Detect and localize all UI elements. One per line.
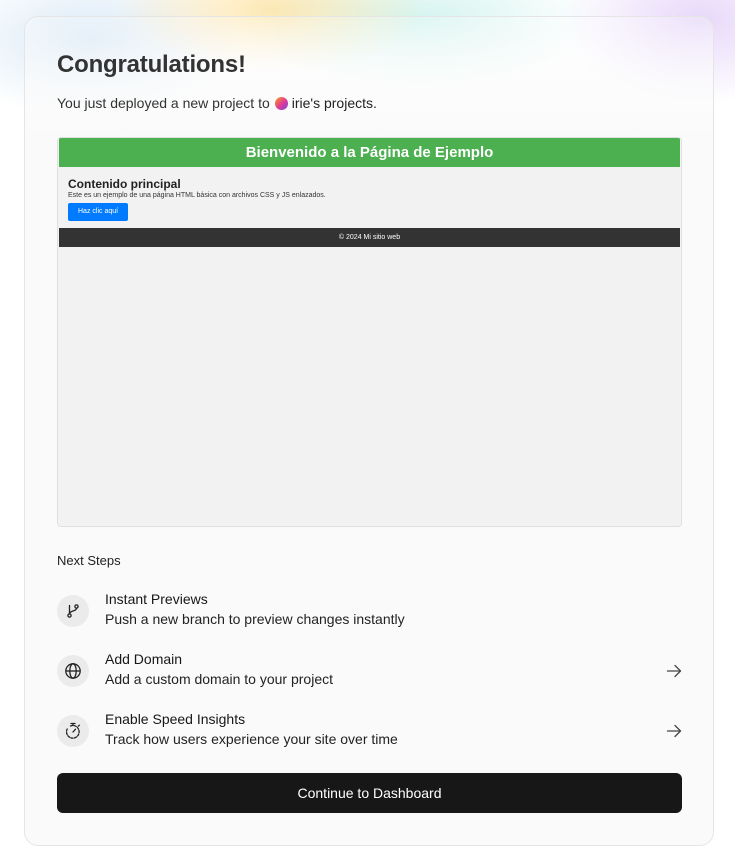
step-description: Add a custom domain to your project bbox=[105, 671, 334, 687]
preview-main-text: Este es un ejemplo de una página HTML bá… bbox=[68, 192, 326, 199]
deployment-success-card: Congratulations! You just deployed a new… bbox=[24, 16, 714, 846]
continue-to-dashboard-button[interactable]: Continue to Dashboard bbox=[57, 773, 682, 813]
step-title: Enable Speed Insights bbox=[105, 711, 246, 727]
next-step-instant-previews[interactable]: Instant Previews Push a new branch to pr… bbox=[57, 591, 682, 631]
subtitle-text: You just deployed a new project to bbox=[57, 95, 270, 111]
team-avatar bbox=[274, 96, 288, 110]
next-steps-heading: Next Steps bbox=[57, 553, 121, 568]
arrow-right-icon[interactable] bbox=[666, 663, 682, 679]
next-step-add-domain[interactable]: Add Domain Add a custom domain to your p… bbox=[57, 651, 682, 691]
preview-button: Haz clic aquí bbox=[68, 203, 129, 221]
stopwatch-icon bbox=[57, 715, 89, 747]
preview-site-main: Contenido principal Este es un ejemplo d… bbox=[58, 167, 681, 228]
git-branch-icon bbox=[57, 595, 89, 627]
deploy-subtitle: You just deployed a new project to irie'… bbox=[57, 95, 377, 111]
next-step-speed-insights[interactable]: Enable Speed Insights Track how users ex… bbox=[57, 711, 682, 751]
page-title: Congratulations! bbox=[57, 51, 246, 78]
globe-icon bbox=[57, 655, 89, 687]
preview-site-header: Bienvenido a la Página de Ejemplo bbox=[59, 138, 680, 167]
step-description: Push a new branch to preview changes ins… bbox=[105, 611, 405, 627]
preview-main-heading: Contenido principal bbox=[68, 177, 181, 191]
team-name: irie's projects. bbox=[291, 95, 377, 111]
step-title: Instant Previews bbox=[105, 591, 208, 607]
deployment-preview[interactable]: Bienvenido a la Página de Ejemplo Conten… bbox=[57, 137, 682, 527]
step-description: Track how users experience your site ove… bbox=[105, 731, 398, 747]
step-title: Add Domain bbox=[105, 651, 183, 667]
arrow-right-icon[interactable] bbox=[666, 723, 682, 739]
preview-site-footer: © 2024 Mi sitio web bbox=[59, 228, 680, 247]
